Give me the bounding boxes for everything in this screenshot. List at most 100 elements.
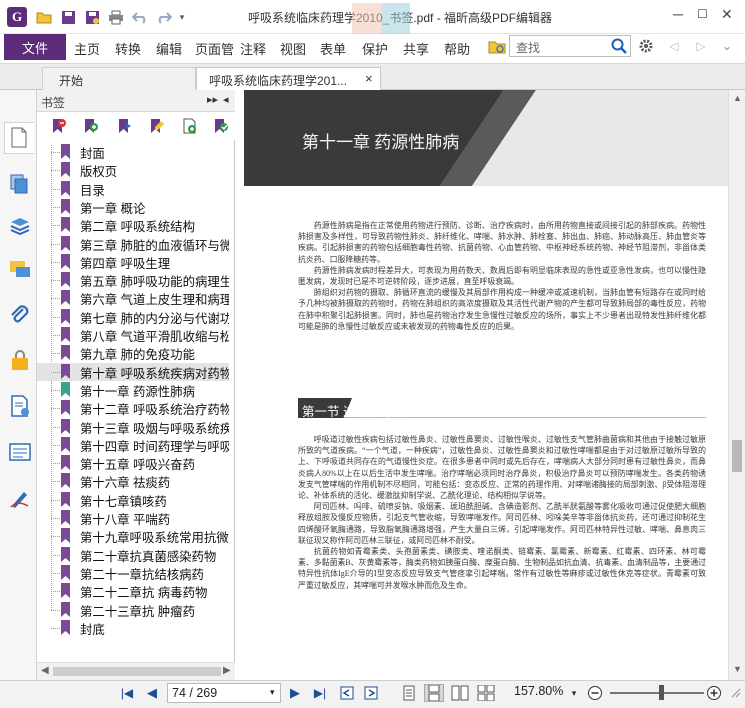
menu-view[interactable]: 视图 — [280, 39, 306, 58]
scroll-left-icon[interactable]: ◀ — [41, 665, 49, 676]
bookmark-item[interactable]: 第十六章 祛痰药 — [37, 472, 229, 490]
bookmark-item[interactable]: 第一章 概论 — [37, 198, 229, 216]
previous-page-icon[interactable]: ◀ — [144, 684, 160, 702]
menu-page-manage[interactable]: 页面管 — [195, 39, 237, 58]
bookmark-item[interactable]: 第七章 肺的内分泌与代谢功能 — [37, 308, 229, 326]
bookmark-properties-icon[interactable] — [149, 118, 165, 134]
expand-bookmark-icon[interactable] — [117, 118, 133, 134]
form-fields-panel-icon[interactable] — [8, 440, 32, 464]
menu-edit[interactable]: 编辑 — [156, 39, 182, 58]
last-page-icon[interactable]: ▶| — [311, 684, 329, 702]
page-dropdown-icon[interactable]: ▾ — [270, 687, 275, 698]
bookmark-item[interactable]: 第九章 肺的免疫功能 — [37, 344, 229, 362]
add-bookmark-icon[interactable] — [83, 118, 99, 134]
save-icon[interactable] — [59, 8, 77, 26]
previous-view-icon[interactable] — [338, 684, 356, 702]
bookmark-item[interactable]: 第五章 肺呼吸功能的病理生理 — [37, 271, 229, 289]
redo-icon[interactable] — [155, 8, 173, 26]
bookmark-item[interactable]: 第十一章 药源性肺病 — [37, 381, 229, 399]
bookmark-item[interactable]: 第十五章 呼吸兴奋药 — [37, 454, 229, 472]
app-logo[interactable]: G — [7, 7, 27, 27]
horizontal-scroll-thumb[interactable] — [53, 667, 221, 676]
bookmark-item[interactable]: 第四章 呼吸生理 — [37, 253, 229, 271]
menu-home[interactable]: 主页 — [74, 39, 100, 58]
search-icon[interactable] — [611, 38, 627, 54]
bookmark-item[interactable]: 第十三章 吸烟与呼吸系统疾病 — [37, 418, 229, 436]
print-icon[interactable] — [107, 8, 125, 26]
menu-form[interactable]: 表单 — [320, 39, 346, 58]
save-as-icon[interactable] — [83, 8, 101, 26]
layers-panel-icon[interactable] — [8, 214, 32, 238]
bookmark-item[interactable]: 第三章 肺脏的血液循环与微循 — [37, 235, 229, 253]
bookmark-item[interactable]: 封底 — [37, 619, 229, 637]
gear-icon[interactable] — [636, 37, 658, 55]
prev-result-icon[interactable]: ◁ — [667, 37, 681, 55]
bookmark-horizontal-scrollbar[interactable]: ◀ ▶ — [37, 662, 235, 680]
signature-panel-icon[interactable] — [8, 486, 32, 510]
bookmarks-panel-icon[interactable] — [4, 122, 34, 154]
tab-start[interactable]: 开始 — [42, 67, 196, 90]
next-result-icon[interactable]: ▷ — [694, 37, 708, 55]
collapse-panel-icon[interactable]: ◂ — [223, 93, 229, 106]
bookmark-item[interactable]: 第二十三章抗 肿瘤药 — [37, 601, 229, 619]
continuous-facing-view-icon[interactable] — [476, 684, 496, 702]
single-page-view-icon[interactable] — [400, 684, 418, 702]
collapse-ribbon-icon[interactable]: ⌄ — [720, 37, 734, 55]
maximize-button[interactable]: ☐ — [697, 7, 708, 21]
zoom-slider[interactable] — [610, 692, 704, 694]
bookmark-item[interactable]: 第六章 气道上皮生理和病理 — [37, 289, 229, 307]
bookmark-item[interactable]: 封面 — [37, 143, 229, 161]
close-window-button[interactable]: ✕ — [721, 6, 733, 23]
document-scroll-thumb[interactable] — [732, 440, 742, 472]
bookmark-item[interactable]: 第十八章 平喘药 — [37, 509, 229, 527]
open-folder-icon[interactable] — [35, 8, 53, 26]
scroll-down-icon[interactable]: ▼ — [733, 664, 742, 674]
next-page-icon[interactable]: ▶ — [287, 684, 303, 702]
zoom-level[interactable]: 157.80% — [514, 684, 563, 698]
menu-protect[interactable]: 保护 — [362, 39, 388, 58]
new-bookmark-from-page-icon[interactable] — [181, 118, 197, 134]
bookmark-item[interactable]: 第二十章抗真菌感染药物 — [37, 546, 229, 564]
search-input[interactable]: 查找 — [509, 35, 631, 57]
document-vertical-scrollbar[interactable]: ▲ ▼ — [728, 90, 745, 680]
bookmark-item[interactable]: 第十九章呼吸系统常用抗微生 — [37, 527, 229, 545]
scroll-up-icon[interactable]: ▲ — [733, 93, 742, 103]
attachments-panel-icon[interactable] — [8, 304, 32, 328]
menu-annotate[interactable]: 注释 — [240, 39, 266, 58]
find-folder-icon[interactable] — [487, 37, 507, 55]
comments-panel-icon[interactable] — [8, 258, 32, 282]
menu-share[interactable]: 共享 — [403, 39, 429, 58]
document-view[interactable]: 第十一章 药源性肺病 药源性肺病是指在正常使用药物进行预防、诊断、治疗疾病时，由… — [236, 90, 728, 680]
tab-document[interactable]: 呼吸系统临床药理学201... × — [196, 67, 381, 90]
bookmark-item[interactable]: 第十章 呼吸系统疾病对药物吸 — [37, 362, 229, 381]
delete-bookmark-icon[interactable] — [51, 118, 67, 134]
page-number-input[interactable]: 74 / 269 ▾ — [167, 683, 281, 703]
bookmark-item[interactable]: 第十七章镇咳药 — [37, 491, 229, 509]
find-bookmark-icon[interactable] — [213, 118, 229, 134]
bookmark-vertical-scrollbar[interactable] — [229, 140, 235, 660]
bookmark-item[interactable]: 第二章 呼吸系统结构 — [37, 216, 229, 234]
first-page-icon[interactable]: |◀ — [118, 684, 136, 702]
scroll-right-icon[interactable]: ▶ — [223, 665, 231, 676]
bookmark-item[interactable]: 第二十二章抗 病毒药物 — [37, 582, 229, 600]
menu-help[interactable]: 帮助 — [444, 39, 470, 58]
pages-panel-icon[interactable] — [8, 172, 32, 196]
tab-close-icon[interactable]: × — [365, 71, 373, 86]
bookmark-item[interactable]: 第十四章 时间药理学与呼吸系 — [37, 436, 229, 454]
file-menu-button[interactable]: 文件 — [4, 34, 66, 60]
next-view-icon[interactable] — [362, 684, 380, 702]
menu-convert[interactable]: 转换 — [115, 39, 141, 58]
bookmark-item[interactable]: 第八章 气道平滑肌收缩与松弛 — [37, 326, 229, 344]
zoom-dropdown-icon[interactable]: ▾ — [569, 684, 579, 702]
bookmark-item[interactable]: 目录 — [37, 180, 229, 198]
zoom-out-icon[interactable] — [586, 684, 604, 702]
bookmark-item[interactable]: 版权页 — [37, 161, 229, 179]
bookmark-item[interactable]: 第二十一章抗结核病药 — [37, 564, 229, 582]
zoom-slider-handle[interactable] — [659, 685, 664, 700]
expand-panel-icon[interactable]: ▸▸ — [207, 93, 218, 106]
content-panel-icon[interactable] — [8, 394, 32, 418]
facing-view-icon[interactable] — [450, 684, 470, 702]
zoom-in-icon[interactable] — [705, 684, 723, 702]
continuous-view-icon[interactable] — [424, 684, 444, 702]
undo-icon[interactable] — [131, 8, 149, 26]
